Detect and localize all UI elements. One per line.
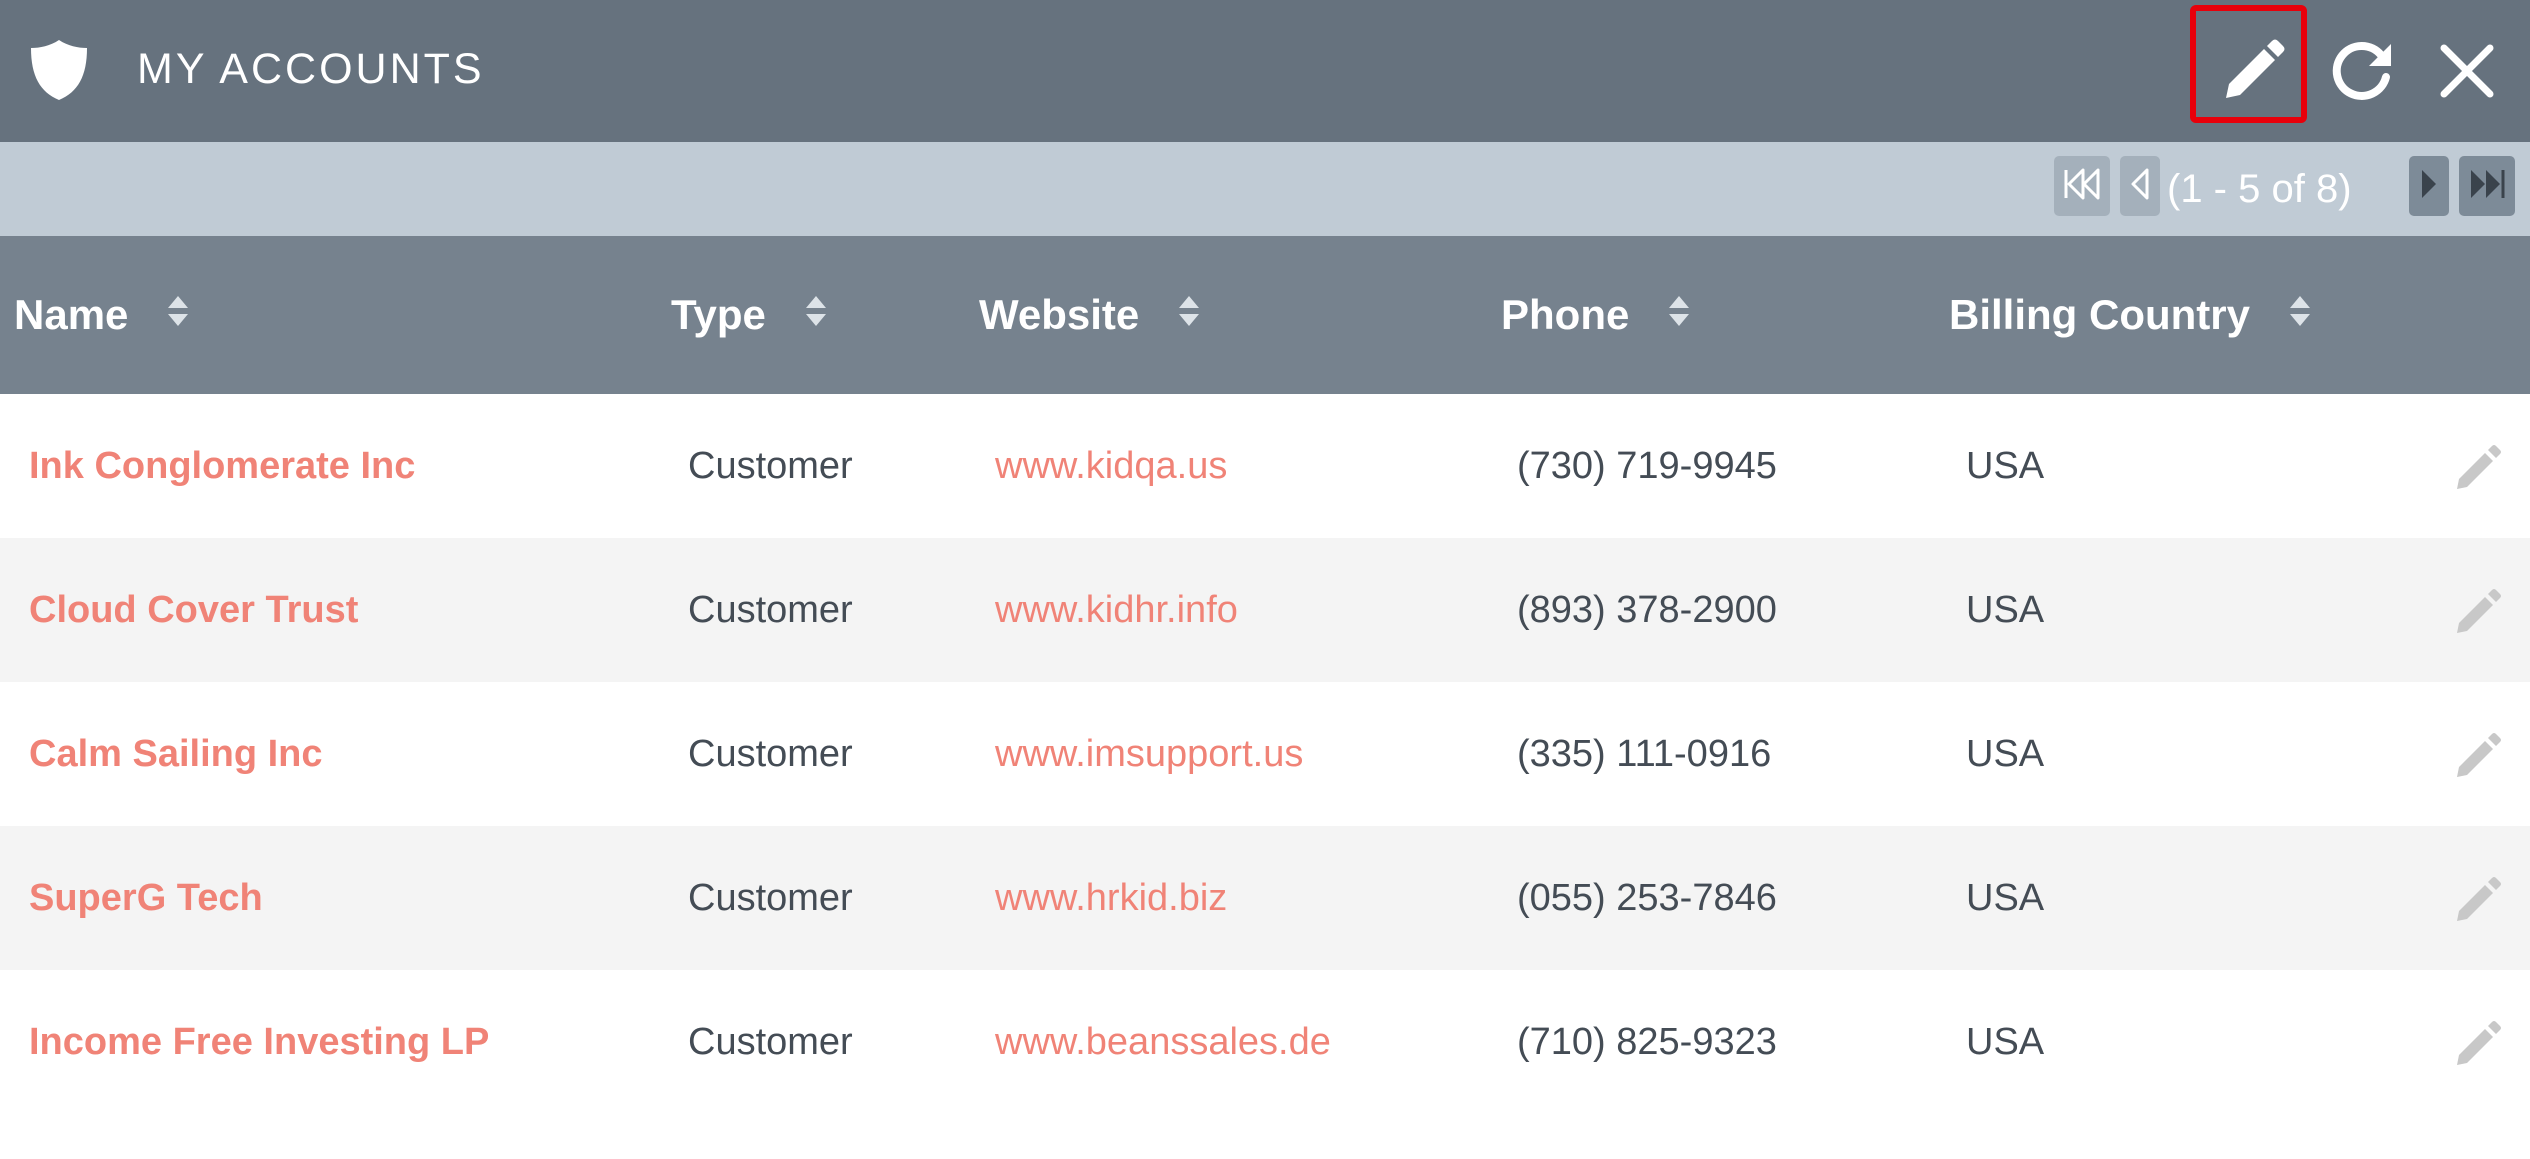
sort-icon [1177,235,1201,393]
sort-icon [804,235,828,393]
edit-dashlet-button[interactable] [2190,0,2316,142]
column-header-label: Website [979,291,1140,338]
pagination-summary: (1 - 5 of 8) [2167,167,2352,211]
last-page-button[interactable] [2459,156,2515,216]
website-link[interactable]: www.imsupport.us [995,682,1303,826]
account-name-link[interactable]: SuperG Tech [29,826,263,970]
account-type: Customer [688,877,853,919]
billing-country: USA [1966,877,2045,919]
column-header-phone[interactable]: Phone [1501,236,1691,394]
pencil-icon [2457,733,2501,777]
billing-country: USA [1966,1021,2045,1063]
phone-number: (335) 111-0916 [1517,733,1772,775]
website-link[interactable]: www.kidhr.info [995,538,1238,682]
table-row: Income Free Investing LP Customer www.be… [0,970,2530,1114]
account-name-link[interactable]: Income Free Investing LP [29,970,489,1114]
billing-country: USA [1966,445,2045,487]
website-link[interactable]: www.kidqa.us [995,394,1227,538]
table-header: Name Type Website Phone Billing Country [0,236,2530,394]
next-page-icon [2419,166,2439,207]
column-header-name[interactable]: Name [14,236,190,394]
phone-number: (730) 719-9945 [1517,445,1777,487]
row-edit-button[interactable] [2448,582,2508,642]
account-type: Customer [688,1021,853,1063]
phone-number: (710) 825-9323 [1517,1021,1777,1063]
column-header-label: Billing Country [1949,291,2250,338]
column-header-label: Name [14,291,129,338]
row-edit-button[interactable] [2448,726,2508,786]
billing-country: USA [1966,589,2045,631]
refresh-icon [2329,38,2395,104]
phone-number: (893) 378-2900 [1517,589,1777,631]
previous-page-icon [2130,166,2150,207]
column-header-label: Type [671,291,766,338]
row-edit-button[interactable] [2448,870,2508,930]
pagination-bar: (1 - 5 of 8) [0,142,2530,236]
dashlet-title: MY ACCOUNTS [137,45,485,93]
shield-icon [28,38,90,102]
column-header-label: Phone [1501,291,1630,338]
highlight-box [2190,5,2307,123]
my-accounts-dashlet: MY ACCOUNTS (1 - 5 of 8) Name Type Websi… [0,0,2530,1159]
close-button[interactable] [2412,0,2522,142]
sort-icon [166,235,190,393]
sort-icon [2288,235,2312,393]
sort-icon [1667,235,1691,393]
first-page-button[interactable] [2054,156,2110,216]
close-icon [2439,43,2495,99]
account-name-link[interactable]: Ink Conglomerate Inc [29,394,415,538]
account-name-link[interactable]: Calm Sailing Inc [29,682,323,826]
column-header-type[interactable]: Type [671,236,828,394]
refresh-button[interactable] [2307,0,2417,142]
last-page-icon [2467,166,2507,207]
dashlet-header: MY ACCOUNTS [0,0,2530,142]
account-name-link[interactable]: Cloud Cover Trust [29,538,358,682]
pencil-icon [2457,589,2501,633]
account-type: Customer [688,589,853,631]
table-row: Ink Conglomerate Inc Customer www.kidqa.… [0,394,2530,538]
website-link[interactable]: www.beanssales.de [995,970,1331,1114]
website-link[interactable]: www.hrkid.biz [995,826,1227,970]
table-row: SuperG Tech Customer www.hrkid.biz (055)… [0,826,2530,970]
account-type: Customer [688,445,853,487]
pencil-icon [2457,877,2501,921]
pencil-icon [2457,1021,2501,1065]
row-edit-button[interactable] [2448,438,2508,498]
column-header-website[interactable]: Website [979,236,1201,394]
account-type: Customer [688,733,853,775]
previous-page-button[interactable] [2120,156,2160,216]
table-row: Cloud Cover Trust Customer www.kidhr.inf… [0,538,2530,682]
first-page-icon [2062,166,2102,207]
table-row: Calm Sailing Inc Customer www.imsupport.… [0,682,2530,826]
next-page-button[interactable] [2409,156,2449,216]
pencil-icon [2457,445,2501,489]
billing-country: USA [1966,733,2045,775]
phone-number: (055) 253-7846 [1517,877,1777,919]
column-header-billing-country[interactable]: Billing Country [1949,236,2312,394]
row-edit-button[interactable] [2448,1014,2508,1074]
